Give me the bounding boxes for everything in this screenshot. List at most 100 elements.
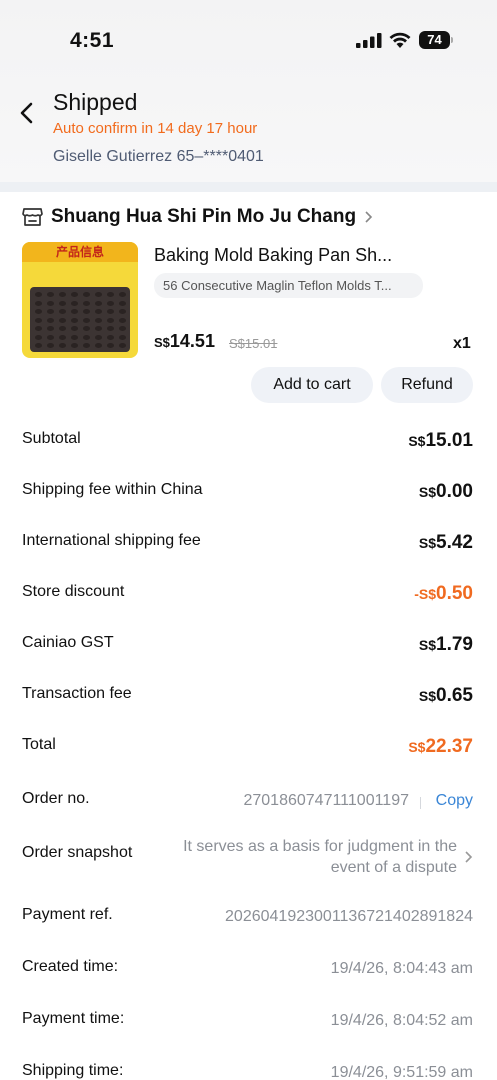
page-title: Shipped (53, 89, 138, 115)
fee-amount: S$0.65 (418, 685, 473, 706)
recipient-address: Giselle Gutierrez 65–****0401 (53, 148, 264, 165)
order-header: 4:51 74 Shipped Auto confirm in 14 day 1… (0, 0, 497, 182)
tray-cavity (119, 300, 126, 306)
shipping-time-label: Shipping time: (22, 1062, 124, 1079)
tray-cavity (35, 326, 42, 331)
fee-row-international-shipping: International shipping fee S$5.42 (22, 532, 473, 558)
tray-cavity (47, 317, 54, 323)
created-time-row: Created time: 19/4/26, 8:04:43 am (22, 958, 473, 984)
original-price: S$15.01 (229, 336, 278, 351)
fee-label: Store discount (22, 583, 125, 600)
payment-time-label: Payment time: (22, 1010, 125, 1027)
status-time: 4:51 (70, 29, 115, 52)
tray-cavity (47, 309, 54, 314)
divider (420, 797, 421, 809)
order-snapshot-description: It serves as a basis for judgment in the… (183, 838, 457, 876)
tray-cavity (107, 326, 114, 331)
chevron-right-icon (365, 211, 373, 223)
refund-button[interactable]: Refund (381, 367, 473, 403)
tray-cavity (119, 343, 126, 348)
tray-cavity (71, 300, 78, 306)
fee-row-store-discount: Store discount -S$0.50 (22, 583, 473, 609)
tray-cavity (35, 292, 42, 297)
battery-level: 74 (419, 31, 450, 49)
tray-cavity (119, 317, 126, 323)
fee-label: International shipping fee (22, 532, 201, 549)
tray-cavity (59, 292, 66, 297)
tray-cavity (107, 309, 114, 314)
tray-cavity (119, 309, 126, 314)
store-name: Shuang Hua Shi Pin Mo Ju Chang (51, 206, 357, 227)
tray-cavity (83, 343, 90, 348)
payment-time-value: 19/4/26, 8:04:52 am (330, 1012, 473, 1029)
tray-cavity (83, 309, 90, 314)
fee-amount: -S$0.50 (414, 583, 473, 604)
tray-cavity (83, 292, 90, 297)
product-variant[interactable]: 56 Consecutive Maglin Teflon Molds T... (154, 273, 423, 298)
payment-time-row: Payment time: 19/4/26, 8:04:52 am (22, 1010, 473, 1036)
fee-label: Cainiao GST (22, 634, 114, 651)
copy-button[interactable]: Copy (436, 792, 473, 810)
tray-cavity (35, 334, 42, 340)
tray-cavity (35, 300, 42, 306)
tray-cavity (95, 317, 102, 323)
tray-cavity (35, 317, 42, 323)
tray-cavity (119, 334, 126, 340)
thumbnail-label: 产品信息 (22, 242, 138, 262)
total-amount: S$22.37 (408, 736, 473, 757)
order-number: 2701860747111001197 (243, 792, 409, 809)
add-to-cart-button[interactable]: Add to cart (251, 367, 373, 403)
tray-cavity (47, 300, 54, 306)
created-time-label: Created time: (22, 958, 119, 975)
payment-ref-label: Payment ref. (22, 906, 113, 923)
shipping-time-row: Shipping time: 19/4/26, 9:51:59 am (22, 1062, 473, 1080)
fee-amount: S$0.00 (418, 481, 473, 502)
shipping-time-value: 19/4/26, 9:51:59 am (330, 1064, 473, 1080)
tray-cavity (71, 326, 78, 331)
product-title[interactable]: Baking Mold Baking Pan Sh... (154, 245, 454, 266)
tray-cavity (71, 334, 78, 340)
back-arrow-icon[interactable] (16, 101, 38, 125)
tray-cavity (95, 309, 102, 314)
tray-cavity (35, 309, 42, 314)
tray-cavity (83, 334, 90, 340)
fee-amount: S$15.01 (408, 430, 473, 451)
payment-ref-value: 2026041923001136721402891824 (225, 908, 473, 925)
order-number-row: Order no. 2701860747111001197 Copy (22, 790, 473, 816)
tray-cavity (47, 334, 54, 340)
tray-cavity (47, 343, 54, 348)
wifi-icon (389, 32, 411, 48)
tray-cavity (59, 334, 66, 340)
tray-cavity (71, 343, 78, 348)
tray-cavity (95, 300, 102, 306)
tray-cavity (119, 292, 126, 297)
order-snapshot-row[interactable]: Order snapshot It serves as a basis for … (22, 836, 473, 881)
fee-row-gst: Cainiao GST S$1.79 (22, 634, 473, 660)
fee-label: Shipping fee within China (22, 481, 203, 498)
tray-cavity (95, 334, 102, 340)
tray-cavity (83, 317, 90, 323)
tray-cavity (107, 317, 114, 323)
store-icon (22, 208, 43, 226)
store-link[interactable]: Shuang Hua Shi Pin Mo Ju Chang (22, 205, 373, 229)
product-price: S$14.51 (154, 331, 215, 352)
tray-cavity (95, 343, 102, 348)
tray-cavity (71, 309, 78, 314)
tray-cavity (83, 300, 90, 306)
tray-cavity (107, 343, 114, 348)
battery-icon: 74 (419, 31, 453, 49)
tray-cavity (107, 292, 114, 297)
tray-cavity (59, 326, 66, 331)
product-thumbnail[interactable]: 产品信息 (22, 242, 138, 358)
fee-amount: S$5.42 (418, 532, 473, 553)
tray-cavity (47, 292, 54, 297)
tray-cavity (107, 334, 114, 340)
chevron-right-icon (465, 851, 473, 863)
fee-label: Transaction fee (22, 685, 132, 702)
tray-cavity (59, 317, 66, 323)
tray-cavity (71, 317, 78, 323)
product-quantity: x1 (453, 335, 471, 352)
created-time-value: 19/4/26, 8:04:43 am (330, 960, 473, 977)
tray-cavity (59, 343, 66, 348)
fee-row-domestic-shipping: Shipping fee within China S$0.00 (22, 481, 473, 507)
